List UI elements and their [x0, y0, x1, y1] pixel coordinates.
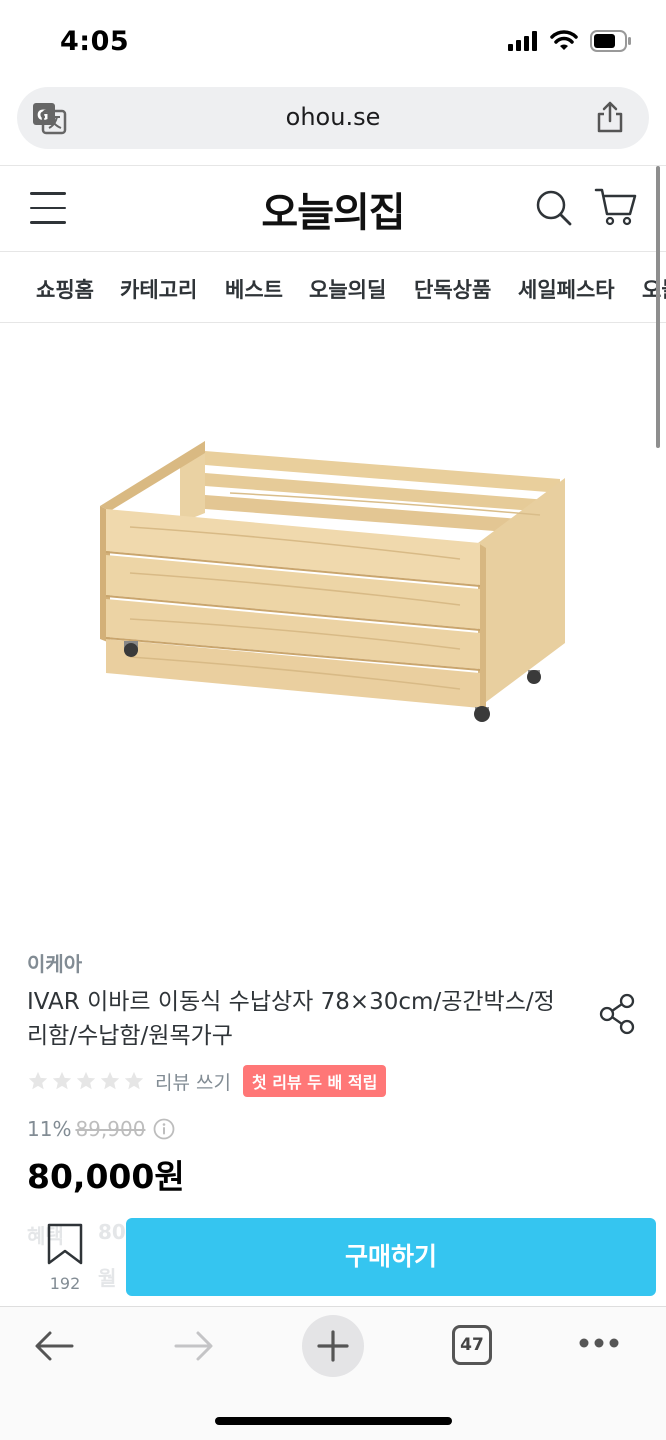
- review-reward-badge: 첫 리뷰 두 배 적립: [242, 1065, 387, 1097]
- brand-name[interactable]: 이케아: [27, 948, 82, 977]
- rating-row: 리뷰 쓰기 첫 리뷰 두 배 적립: [27, 1065, 387, 1097]
- bookmark-button[interactable]: 192: [40, 1222, 90, 1293]
- category-nav: 쇼핑홈 카테고리 베스트 오늘의딜 단독상품 세일페스타 오늘: [0, 252, 666, 322]
- bottom-action-bar: 192 구매하기: [0, 1208, 666, 1305]
- more-options-icon[interactable]: [578, 1337, 620, 1349]
- sale-price: 80,000원: [27, 1157, 185, 1196]
- bookmark-count: 192: [49, 1274, 81, 1293]
- forward-arrow-icon[interactable]: [172, 1329, 216, 1363]
- wooden-crate-image: [100, 441, 565, 722]
- info-icon[interactable]: [153, 1118, 175, 1140]
- product-image[interactable]: [0, 323, 666, 923]
- plus-icon: [317, 1330, 349, 1362]
- cellular-signal-icon: [508, 31, 537, 51]
- status-time: 4:05: [60, 26, 130, 57]
- status-icons: [508, 30, 632, 52]
- star-icon: [28, 1071, 48, 1090]
- wifi-icon: [550, 30, 578, 50]
- url-text[interactable]: ohou.se: [17, 103, 649, 131]
- product-title: IVAR 이바르 이동식 수납상자 78×30cm/공간박스/정리함/수납함/원…: [27, 989, 555, 1049]
- star-icon: [52, 1071, 72, 1090]
- status-bar: 4:05: [0, 0, 666, 80]
- tab-todays-deal[interactable]: 오늘의딜: [309, 274, 386, 304]
- price-row: 11% 89,900: [27, 1117, 175, 1141]
- rating-stars: [27, 1070, 145, 1092]
- buy-button[interactable]: 구매하기: [126, 1218, 656, 1296]
- write-review-link[interactable]: 리뷰 쓰기: [155, 1068, 231, 1095]
- cart-icon[interactable]: [594, 186, 638, 228]
- tab-exclusive[interactable]: 단독상품: [414, 274, 491, 304]
- discount-rate: 11%: [27, 1117, 72, 1141]
- tabs-button[interactable]: 47: [452, 1325, 492, 1365]
- share-icon[interactable]: [595, 100, 625, 134]
- url-bar[interactable]: G ohou.se: [17, 87, 649, 149]
- bookmark-icon: [47, 1223, 83, 1265]
- tab-shopping-home[interactable]: 쇼핑홈: [36, 274, 94, 304]
- scroll-indicator[interactable]: [656, 166, 660, 448]
- search-icon[interactable]: [534, 188, 574, 228]
- original-price: 89,900: [75, 1117, 146, 1141]
- star-icon: [124, 1071, 144, 1090]
- home-indicator: [215, 1417, 452, 1425]
- new-tab-button[interactable]: [302, 1315, 364, 1377]
- share-icon[interactable]: [599, 993, 637, 1035]
- tab-best[interactable]: 베스트: [225, 274, 283, 304]
- browser-toolbar: 47: [0, 1306, 666, 1440]
- star-icon: [100, 1071, 120, 1090]
- tab-today[interactable]: 오늘: [642, 274, 666, 304]
- battery-icon: [590, 30, 631, 52]
- star-icon: [76, 1071, 96, 1090]
- back-arrow-icon[interactable]: [32, 1329, 76, 1363]
- app-header: 오늘의집: [0, 166, 666, 251]
- tab-category[interactable]: 카테고리: [120, 274, 197, 304]
- tab-sale-festa[interactable]: 세일페스타: [518, 274, 615, 304]
